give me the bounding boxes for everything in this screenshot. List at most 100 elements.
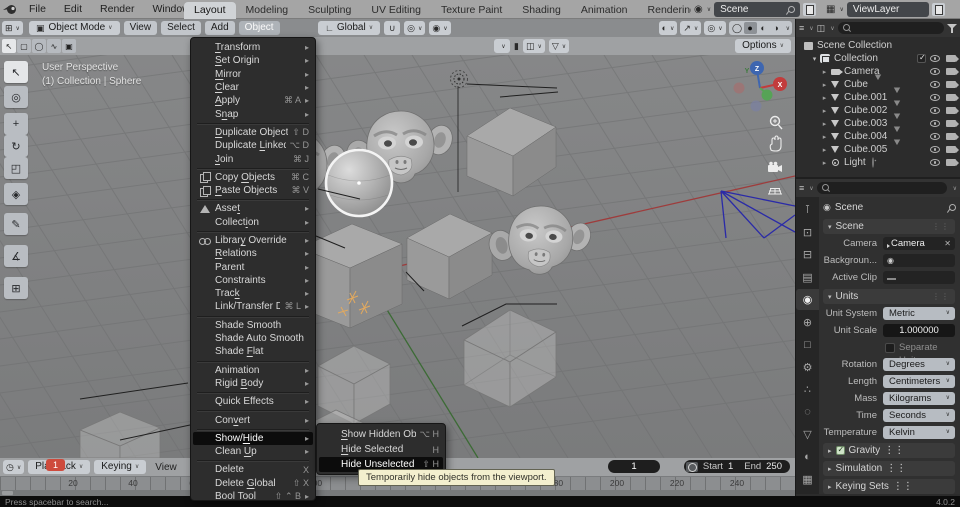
editor-type-button[interactable]: ⊞∨: [2, 21, 23, 35]
object-menu-item[interactable]: Join ⌘ J: [191, 152, 315, 165]
object-menu-item[interactable]: Animation: [191, 364, 315, 377]
shading-options-chevron[interactable]: ∨: [786, 25, 790, 32]
disable-in-renders-camera-icon[interactable]: [946, 68, 956, 75]
property-widget[interactable]: Kilograms: [883, 392, 955, 405]
bookmark-icon[interactable]: ▮: [514, 41, 519, 52]
dropdown-button[interactable]: ∨: [494, 39, 510, 53]
property-object-field[interactable]: [883, 254, 955, 267]
property-widget[interactable]: Separate Units: [883, 341, 955, 354]
disclosure-triangle-icon[interactable]: [820, 105, 829, 116]
hide-in-viewport-eye-icon[interactable]: [930, 159, 940, 166]
disclosure-triangle-icon[interactable]: [820, 131, 829, 142]
object-menu-item[interactable]: Transform: [191, 41, 315, 54]
disable-in-renders-camera-icon[interactable]: [946, 159, 956, 166]
property-widget[interactable]: Degrees: [883, 358, 955, 371]
properties-tab[interactable]: [796, 289, 819, 310]
snap-magnet-toggle[interactable]: ∪: [384, 21, 400, 35]
select-box-button[interactable]: ▢: [17, 39, 31, 53]
3d-viewport-canvas[interactable]: Z X Y: [0, 55, 795, 458]
hide-in-viewport-eye-icon[interactable]: [930, 120, 940, 127]
hide-in-viewport-eye-icon[interactable]: [930, 146, 940, 153]
property-widget[interactable]: Centimeters: [883, 375, 955, 388]
property-widget[interactable]: Seconds: [883, 409, 955, 422]
tool-button[interactable]: ∡: [4, 245, 28, 267]
gizmos-dropdown[interactable]: ↗∨: [680, 21, 701, 35]
gravity-checkbox[interactable]: [836, 446, 845, 455]
select-lasso-button[interactable]: ∿: [47, 39, 61, 53]
gizmo-neg-z-ball[interactable]: [751, 101, 762, 112]
outliner-row[interactable]: Cube: [796, 78, 960, 91]
viewlayer-name-field[interactable]: ViewLayer: [847, 2, 929, 17]
object-menu-item[interactable]: Paste Objects ⌘ V: [191, 184, 315, 197]
property-value[interactable]: 1.000000: [883, 324, 955, 337]
object-menu-item[interactable]: Set Origin: [191, 54, 315, 67]
outliner-item-name[interactable]: Cube.004: [844, 131, 887, 142]
outliner-row[interactable]: Light: [796, 156, 960, 169]
properties-search-input[interactable]: [817, 182, 947, 194]
show-hide-menu-item[interactable]: Hide Selected H: [317, 442, 445, 457]
select-tweak-button[interactable]: ↖: [2, 39, 16, 53]
property-value[interactable]: Seconds: [883, 409, 955, 422]
object-menu-item[interactable]: Link/Transfer Data ⌘ L: [191, 300, 315, 313]
disable-in-renders-camera-icon[interactable]: [946, 146, 956, 153]
object-menu-item[interactable]: Asset: [191, 202, 315, 215]
workspace-tab[interactable]: Rendering: [638, 2, 691, 19]
outliner-item-name[interactable]: Light: [844, 157, 866, 168]
outliner-filter-dropdown[interactable]: ◫∨: [817, 23, 835, 34]
outliner-row[interactable]: Cube.001: [796, 91, 960, 104]
disable-in-renders-camera-icon[interactable]: [946, 55, 956, 62]
outliner-item-name[interactable]: Cube.002: [844, 105, 887, 116]
options-button[interactable]: Options∨: [735, 39, 791, 53]
object-menu-item[interactable]: Shade Smooth: [191, 319, 315, 332]
object-menu-item[interactable]: Apply ⌘ A: [191, 94, 315, 107]
object-menu-item[interactable]: Duplicate Objects ⇧ D: [191, 126, 315, 139]
object-menu-item[interactable]: Delete X: [191, 463, 315, 476]
end-value[interactable]: 250: [766, 461, 782, 472]
properties-editor-type-dropdown[interactable]: ≡∨: [799, 183, 814, 193]
new-viewlayer-button[interactable]: [932, 3, 945, 16]
scene-name-field[interactable]: Scene: [714, 2, 800, 17]
workspace-tab[interactable]: UV Editing: [361, 2, 431, 19]
workspace-tab[interactable]: Texture Paint: [431, 2, 512, 19]
tool-button[interactable]: ◰: [4, 157, 28, 179]
disable-in-renders-camera-icon[interactable]: [946, 94, 956, 101]
disable-in-renders-camera-icon[interactable]: [946, 120, 956, 127]
tool-button[interactable]: ✎: [4, 213, 28, 235]
collapsed-section-header[interactable]: Simulation ⋮⋮: [823, 461, 955, 476]
properties-tab[interactable]: [796, 199, 819, 220]
property-value[interactable]: Kelvin: [883, 426, 955, 439]
scene-section-header[interactable]: Scene ⋮⋮: [823, 219, 955, 234]
outliner-row[interactable]: Scene Collection: [796, 39, 960, 52]
select-circle-button[interactable]: ◯: [32, 39, 46, 53]
properties-tab[interactable]: [796, 312, 819, 333]
property-object-field[interactable]: Camera: [883, 237, 955, 250]
outliner-item-name[interactable]: Scene Collection: [817, 40, 892, 51]
property-value[interactable]: Metric: [883, 307, 955, 320]
timeline-editor-type-button[interactable]: ◷∨: [3, 460, 24, 474]
properties-tab[interactable]: [796, 447, 819, 468]
timeline-view-menu[interactable]: View: [150, 462, 182, 473]
topbar-menu[interactable]: Edit: [55, 0, 91, 19]
tool-button[interactable]: ↖: [4, 61, 28, 83]
layers-dropdown[interactable]: ◫∨: [523, 39, 545, 53]
collapsed-section-header[interactable]: Keying Sets ⋮⋮: [823, 479, 955, 494]
3d-viewport[interactable]: Z X Y: [0, 55, 795, 458]
disclosure-triangle-icon[interactable]: [820, 66, 829, 77]
outliner-item-name[interactable]: Cube.001: [844, 92, 887, 103]
object-menu-item[interactable]: Snap: [191, 107, 315, 120]
outliner-row[interactable]: Collection: [796, 52, 960, 65]
workspace-tab[interactable]: Layout: [184, 2, 236, 19]
pin-icon[interactable]: [947, 204, 955, 212]
outliner-row[interactable]: Cube.002: [796, 104, 960, 117]
tool-button[interactable]: ◎: [4, 86, 28, 108]
outliner-item-name[interactable]: Cube.005: [844, 144, 887, 155]
disclosure-triangle-icon[interactable]: [820, 157, 829, 168]
disable-in-renders-camera-icon[interactable]: [946, 81, 956, 88]
shading-wireframe-button[interactable]: ◯: [731, 22, 744, 34]
units-section-header[interactable]: Units ⋮⋮: [823, 289, 955, 304]
disclosure-triangle-icon[interactable]: [820, 92, 829, 103]
object-menu-item[interactable]: Bool Tool ⇧ ⌃ B: [191, 490, 315, 503]
viewport-menu[interactable]: Add: [205, 21, 235, 35]
object-menu-item[interactable]: Clean Up: [191, 445, 315, 458]
viewport-menu[interactable]: View: [124, 21, 158, 35]
